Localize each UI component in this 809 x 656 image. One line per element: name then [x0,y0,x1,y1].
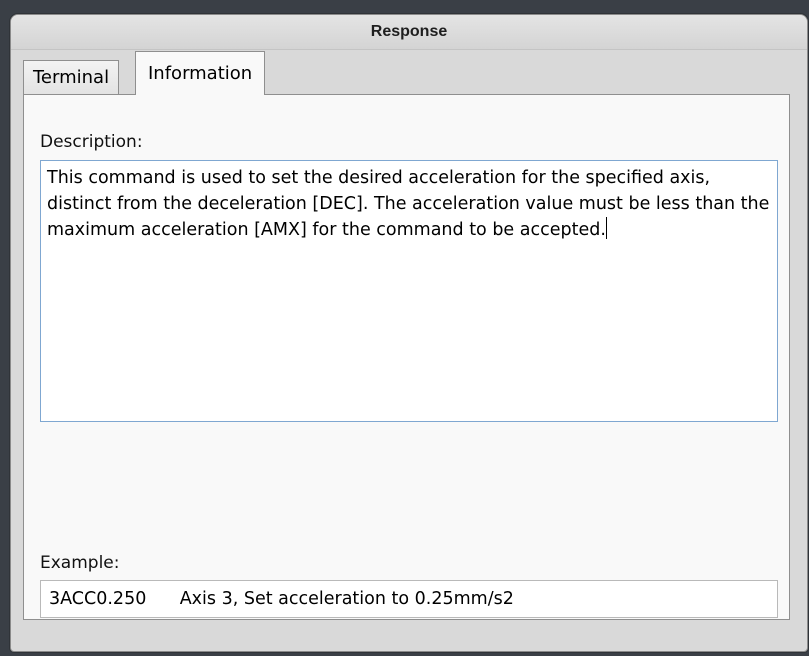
title-bar[interactable]: Response [11,15,807,50]
description-textbox[interactable]: This command is used to set the desired … [40,160,778,422]
tab-information[interactable]: Information [135,51,266,95]
window-title: Response [370,23,448,40]
text-caret [605,217,608,239]
tab-terminal[interactable]: Terminal [23,60,120,94]
example-label: Example: [40,553,120,573]
description-text: This command is used to set the desired … [47,168,770,240]
example-textbox[interactable]: 3ACC0.250 Axis 3, Set acceleration to 0.… [40,580,778,618]
description-label: Description: [40,132,143,152]
